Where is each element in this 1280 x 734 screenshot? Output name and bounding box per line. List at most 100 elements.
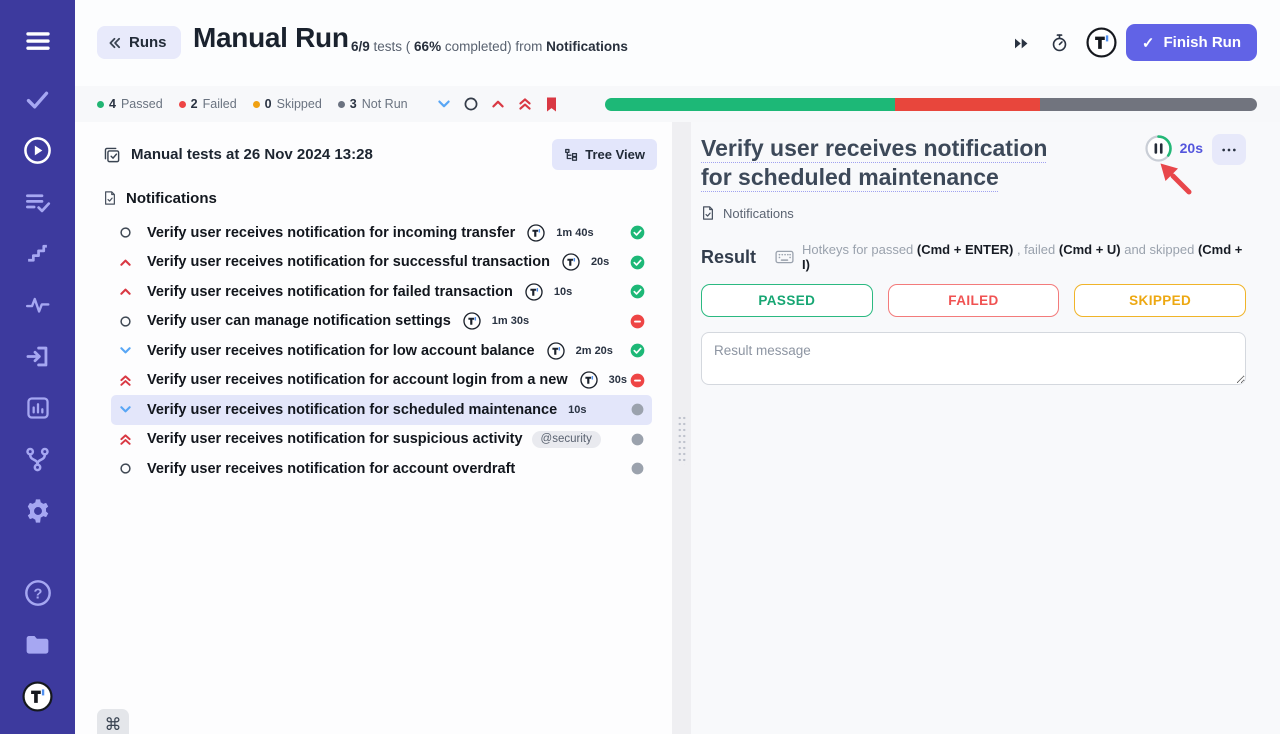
testomat-logo-icon — [580, 371, 598, 389]
play-circle-icon — [23, 136, 52, 165]
panel-resizer[interactable] — [672, 122, 691, 734]
testomat-logo-icon[interactable] — [1086, 27, 1117, 58]
filter-circle-button[interactable] — [463, 96, 479, 112]
test-duration: 2m 20s — [576, 345, 613, 357]
back-to-runs-button[interactable]: Runs — [97, 26, 181, 59]
steps-icon — [25, 241, 50, 266]
check-icon — [24, 86, 51, 113]
count-label: Not Run — [362, 97, 408, 111]
mark-skipped-button[interactable]: SKIPPED — [1074, 284, 1246, 317]
pause-ring-icon — [1144, 134, 1173, 163]
fast-forward-icon — [1013, 37, 1030, 50]
sidebar-item-settings[interactable] — [0, 486, 75, 538]
filter-chevron-up-button[interactable] — [490, 96, 506, 112]
test-list: Verify user receives notification for in… — [75, 218, 672, 484]
back-label: Runs — [129, 34, 167, 51]
sidebar-top-group — [0, 15, 75, 537]
priority-high-icon — [118, 284, 133, 299]
filter-double-chevron-up-button[interactable] — [517, 96, 533, 112]
git-branch-icon — [24, 446, 51, 473]
priority-highest-icon — [118, 432, 133, 447]
sidebar-item-logo[interactable] — [0, 671, 75, 723]
test-detail-panel: Verify user receives notification for sc… — [691, 122, 1280, 734]
hotkey-text: Hotkeys for passed — [802, 242, 917, 257]
progress-segment-notrun — [1040, 98, 1257, 111]
sidebar-item-bar-chart[interactable] — [0, 383, 75, 435]
testomat-logo-icon — [527, 224, 545, 242]
stopwatch-button[interactable] — [1050, 33, 1069, 53]
file-check-icon — [103, 190, 117, 206]
count-not-run: 3Not Run — [338, 97, 408, 111]
test-row[interactable]: Verify user receives notification for fa… — [111, 277, 652, 307]
hotkey-text: and skipped — [1121, 242, 1198, 257]
stats-percent: 66% — [414, 39, 441, 54]
timer-value: 20s — [1180, 140, 1203, 156]
count-passed: 4Passed — [97, 97, 163, 111]
test-row-title: Verify user receives notification for ac… — [147, 372, 568, 388]
finish-run-button[interactable]: ✓ Finish Run — [1126, 24, 1257, 61]
suite-row[interactable]: Notifications — [103, 186, 672, 210]
priority-filters — [436, 96, 559, 113]
hotkey-text: , failed — [1013, 242, 1059, 257]
status-failed-icon — [630, 314, 645, 329]
status-passed-icon — [630, 255, 645, 270]
test-row[interactable]: Verify user receives notification for sc… — [111, 395, 652, 425]
menu-icon — [23, 26, 53, 56]
sidebar-item-play-circle[interactable] — [0, 125, 75, 177]
filter-chevron-down-button[interactable] — [436, 96, 452, 112]
stats-fraction: 6/9 — [351, 39, 370, 54]
priority-normal-icon — [118, 461, 133, 476]
priority-normal-icon — [118, 314, 133, 329]
test-row[interactable]: Verify user receives notification for su… — [111, 248, 652, 278]
test-row-title: Verify user can manage notification sett… — [147, 313, 451, 329]
sidebar-item-menu[interactable] — [0, 15, 75, 67]
mark-failed-button[interactable]: FAILED — [888, 284, 1060, 317]
test-row[interactable]: Verify user can manage notification sett… — [111, 307, 652, 337]
content-split: Manual tests at 26 Nov 2024 13:28 Tree V… — [75, 122, 1280, 734]
more-options-button[interactable] — [1212, 134, 1246, 165]
bar-chart-icon — [25, 395, 51, 421]
app-root: ? Runs Manual Run 6/9 tests ( 66% comple… — [0, 0, 1280, 734]
detail-header: Verify user receives notification for sc… — [701, 134, 1246, 192]
mark-passed-button[interactable]: PASSED — [701, 284, 873, 317]
filter-bookmark-button[interactable] — [544, 96, 559, 113]
test-row-title: Verify user receives notification for su… — [147, 431, 523, 447]
count-failed: 2Failed — [179, 97, 237, 111]
result-message-input[interactable] — [701, 332, 1246, 385]
stopwatch-icon — [1050, 33, 1069, 53]
sign-in-icon — [24, 343, 51, 370]
test-row[interactable]: Verify user receives notification for su… — [111, 425, 652, 455]
sidebar-item-sign-in[interactable] — [0, 331, 75, 383]
help-icon: ? — [24, 579, 52, 607]
sidebar-item-pulse[interactable] — [0, 280, 75, 332]
circle-icon — [463, 96, 479, 112]
check-icon: ✓ — [1142, 34, 1155, 52]
chevron-down-icon — [436, 96, 452, 112]
status-failed-icon — [630, 373, 645, 388]
hotkeys-hint: Hotkeys for passed (Cmd + ENTER) , faile… — [802, 242, 1246, 272]
folder-icon — [23, 630, 52, 659]
sidebar: ? — [0, 0, 75, 734]
sidebar-item-list-check[interactable] — [0, 177, 75, 229]
test-duration: 20s — [591, 256, 609, 268]
progress-segment-failed — [895, 98, 1040, 111]
tree-view-button[interactable]: Tree View — [552, 139, 657, 170]
sidebar-item-git-branch[interactable] — [0, 434, 75, 486]
test-row[interactable]: Verify user receives notification for lo… — [111, 336, 652, 366]
pulse-icon — [25, 292, 51, 318]
sidebar-item-help[interactable]: ? — [0, 568, 75, 620]
sidebar-item-check[interactable] — [0, 74, 75, 126]
fast-forward-button[interactable] — [1013, 37, 1030, 50]
test-row[interactable]: Verify user receives notification for ac… — [111, 366, 652, 396]
test-row[interactable]: Verify user receives notification for in… — [111, 218, 652, 248]
list-header: Manual tests at 26 Nov 2024 13:28 Tree V… — [103, 138, 657, 171]
pause-timer-button[interactable] — [1144, 134, 1173, 163]
priority-normal-icon — [118, 225, 133, 240]
double-chevron-up-icon — [517, 96, 533, 112]
test-row[interactable]: Verify user receives notification for ac… — [111, 454, 652, 484]
sidebar-item-folder[interactable] — [0, 619, 75, 671]
chevron-up-icon — [490, 96, 506, 112]
topbar: Runs Manual Run 6/9 tests ( 66% complete… — [75, 0, 1280, 86]
command-key-button[interactable]: ⌘ — [97, 709, 129, 734]
sidebar-item-steps[interactable] — [0, 228, 75, 280]
